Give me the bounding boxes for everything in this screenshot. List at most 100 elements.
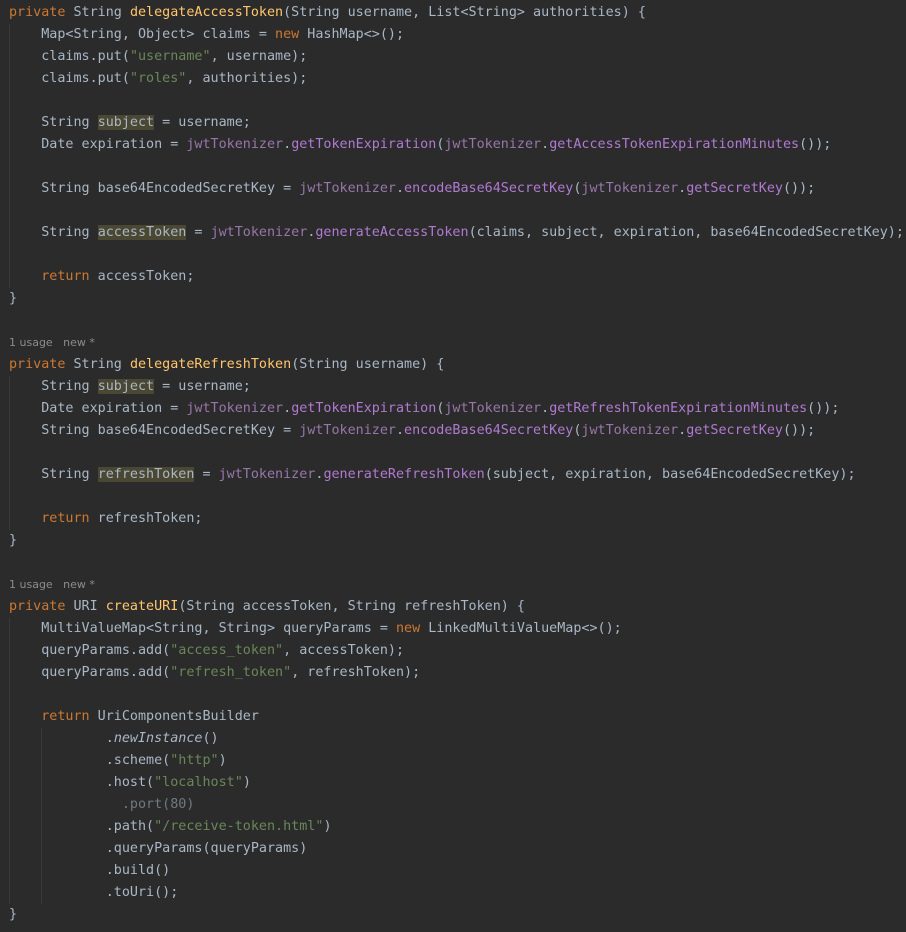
- code-token: encodeBase64SecretKey: [404, 423, 574, 438]
- code-token: jwtTokenizer: [444, 137, 542, 152]
- code-line[interactable]: [0, 200, 906, 222]
- code-token: return: [41, 269, 90, 284]
- code-line[interactable]: MultiValueMap<String, String> queryParam…: [0, 618, 906, 640]
- code-token: LinkedMultiValueMap<>();: [420, 621, 622, 636]
- code-token: =: [186, 225, 211, 240]
- code-line[interactable]: private URI createURI(String accessToken…: [0, 596, 906, 618]
- code-token: .: [395, 423, 405, 438]
- code-token: .: [541, 137, 550, 152]
- code-line[interactable]: queryParams.add("access_token", accessTo…: [0, 640, 906, 662]
- code-line[interactable]: String refreshToken = jwtTokenizer.gener…: [0, 464, 906, 486]
- code-line[interactable]: }: [0, 288, 906, 310]
- usage-hint[interactable]: 1 usage new *: [9, 578, 95, 591]
- code-token: queryParams.add(: [9, 643, 171, 658]
- code-token: jwtTokenizer: [299, 423, 396, 438]
- code-token: .: [283, 401, 292, 416]
- code-line[interactable]: [0, 156, 906, 178]
- code-token: URI: [65, 599, 106, 614]
- code-line[interactable]: .port(80): [0, 794, 906, 816]
- code-token: generateAccessToken: [315, 225, 469, 240]
- code-token: refreshToken;: [89, 511, 203, 526]
- code-line[interactable]: return UriComponentsBuilder: [0, 706, 906, 728]
- code-token: , refreshToken);: [291, 665, 421, 680]
- code-line[interactable]: String subject = username;: [0, 112, 906, 134]
- code-token: ): [323, 819, 332, 834]
- code-token: ): [242, 775, 251, 790]
- code-token: private: [9, 599, 66, 614]
- code-token: jwtTokenizer: [299, 181, 396, 196]
- code-line[interactable]: .toUri();: [0, 882, 906, 904]
- code-line[interactable]: claims.put("username", username);: [0, 46, 906, 68]
- code-token: accessToken;: [89, 269, 195, 284]
- code-token: , username);: [210, 49, 308, 64]
- code-line[interactable]: [0, 486, 906, 508]
- code-token: ());: [807, 401, 840, 416]
- code-line[interactable]: .queryParams(queryParams): [0, 838, 906, 860]
- code-line[interactable]: private String delegateRefreshToken(Stri…: [0, 354, 906, 376]
- code-token: newInstance: [113, 731, 203, 746]
- code-token: (claims, subject, expiration, base64Enco…: [468, 225, 904, 240]
- code-token: getSecretKey: [686, 423, 783, 438]
- code-token: generateRefreshToken: [323, 467, 485, 482]
- code-token: String: [65, 5, 130, 20]
- code-line[interactable]: claims.put("roles", authorities);: [0, 68, 906, 90]
- code-token: subject: [97, 115, 155, 130]
- code-token: , authorities);: [186, 71, 308, 86]
- code-line[interactable]: .newInstance(): [0, 728, 906, 750]
- code-line[interactable]: queryParams.add("refresh_token", refresh…: [0, 662, 906, 684]
- code-line[interactable]: [0, 442, 906, 464]
- code-token: claims.put(: [9, 49, 130, 64]
- code-token: = username;: [154, 115, 251, 130]
- code-line[interactable]: [0, 552, 906, 574]
- code-token: delegateRefreshToken: [129, 357, 292, 372]
- code-line[interactable]: String accessToken = jwtTokenizer.genera…: [0, 222, 906, 244]
- code-token: claims.put(: [9, 71, 130, 86]
- code-line[interactable]: Date expiration = jwtTokenizer.getTokenE…: [0, 398, 906, 420]
- code-token: .build(): [9, 863, 171, 878]
- code-token: ): [218, 753, 227, 768]
- code-token: .scheme(: [9, 753, 171, 768]
- code-line[interactable]: return refreshToken;: [0, 508, 906, 530]
- code-line[interactable]: [0, 684, 906, 706]
- code-token: new: [395, 621, 421, 636]
- code-line[interactable]: String subject = username;: [0, 376, 906, 398]
- code-line[interactable]: private String delegateAccessToken(Strin…: [0, 2, 906, 24]
- code-line[interactable]: 1 usage new *: [0, 574, 906, 596]
- code-token: "localhost": [154, 775, 243, 790]
- code-token: "username": [129, 49, 211, 64]
- code-line[interactable]: 1 usage new *: [0, 332, 906, 354]
- code-line[interactable]: }: [0, 904, 906, 926]
- code-token: String: [9, 467, 98, 482]
- code-line[interactable]: String base64EncodedSecretKey = jwtToken…: [0, 178, 906, 200]
- code-token: .path(: [9, 819, 155, 834]
- usage-hint[interactable]: 1 usage new *: [9, 336, 95, 349]
- code-token: (String accessToken, String refreshToken…: [178, 599, 525, 614]
- code-token: .queryParams(queryParams): [9, 841, 308, 856]
- code-token: String: [9, 379, 98, 394]
- code-token: refreshToken: [97, 467, 195, 482]
- code-line[interactable]: Map<String, Object> claims = new HashMap…: [0, 24, 906, 46]
- code-line[interactable]: .host("localhost"): [0, 772, 906, 794]
- code-line[interactable]: [0, 244, 906, 266]
- code-token: UriComponentsBuilder: [89, 709, 259, 724]
- code-token: ());: [782, 423, 816, 438]
- code-token: Date expiration =: [9, 137, 187, 152]
- code-line[interactable]: Date expiration = jwtTokenizer.getTokenE…: [0, 134, 906, 156]
- code-line[interactable]: String base64EncodedSecretKey = jwtToken…: [0, 420, 906, 442]
- code-editor[interactable]: private String delegateAccessToken(Strin…: [0, 2, 906, 926]
- code-token: jwtTokenizer: [186, 401, 284, 416]
- code-line[interactable]: [0, 90, 906, 112]
- code-line[interactable]: [0, 310, 906, 332]
- code-token: = username;: [154, 379, 251, 394]
- code-line[interactable]: }: [0, 530, 906, 552]
- code-line[interactable]: .build(): [0, 860, 906, 882]
- code-token: .host(: [9, 775, 155, 790]
- code-line[interactable]: .scheme("http"): [0, 750, 906, 772]
- code-line[interactable]: return accessToken;: [0, 266, 906, 288]
- code-token: return: [41, 511, 90, 526]
- code-token: Map<String, Object> claims =: [9, 27, 276, 42]
- code-line[interactable]: .path("/receive-token.html"): [0, 816, 906, 838]
- code-token: .: [395, 181, 405, 196]
- code-token: createURI: [105, 599, 179, 614]
